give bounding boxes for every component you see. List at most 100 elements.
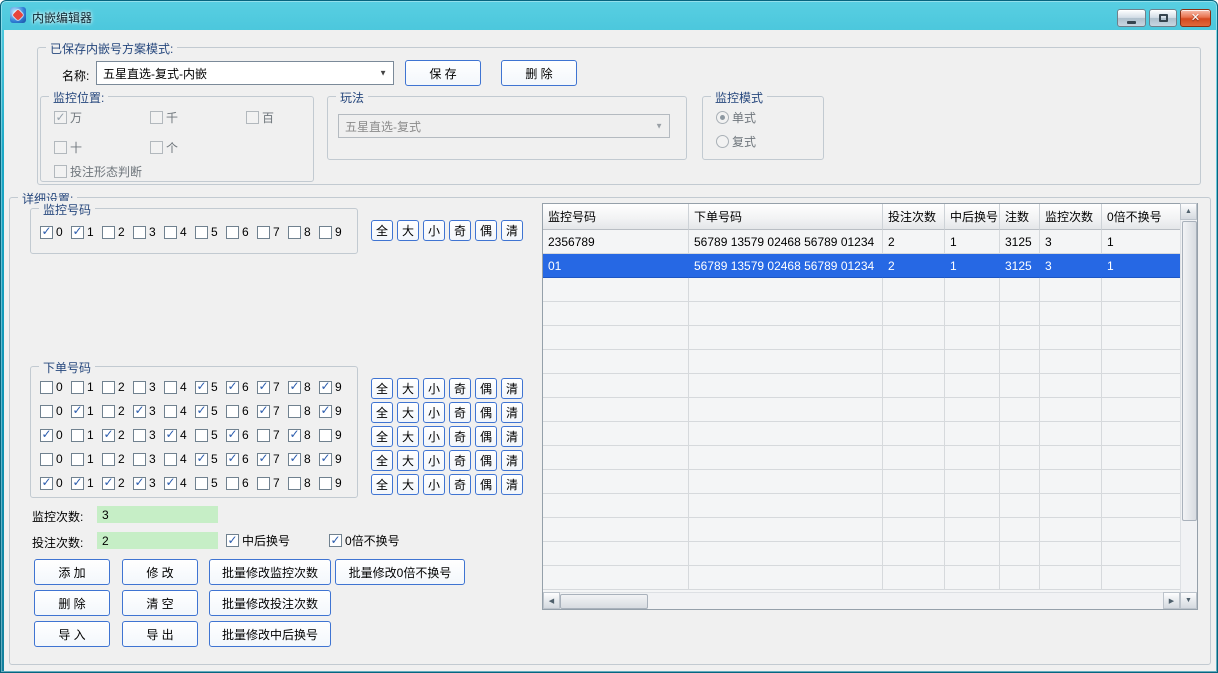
order-row-3-digit-4-checkbox[interactable] <box>164 429 177 442</box>
monitor-digit-5-checkbox[interactable] <box>195 226 208 239</box>
zero-no-change-option[interactable]: 0倍不换号 <box>329 532 400 549</box>
order-row-4-digit-2-checkbox[interactable] <box>102 453 115 466</box>
order-row-2-digit-3-checkbox[interactable] <box>133 405 146 418</box>
order-row-4-digit-4-checkbox[interactable] <box>164 453 177 466</box>
order-row-3-digit-7-checkbox[interactable] <box>257 429 270 442</box>
order-row-4-digit-7-checkbox[interactable] <box>257 453 270 466</box>
monitor-count-input[interactable]: 3 <box>97 506 218 523</box>
monitor-digit-6-checkbox[interactable] <box>226 226 239 239</box>
close-button[interactable]: ✕ <box>1180 9 1211 27</box>
order-row-3-digit-1-checkbox[interactable] <box>71 429 84 442</box>
order-row-1-filter-big-button[interactable]: 大 <box>397 378 419 399</box>
save-button[interactable]: 保 存 <box>405 60 481 86</box>
table-row[interactable] <box>543 374 1180 398</box>
order-row-3-digit-2-checkbox[interactable] <box>102 429 115 442</box>
order-row-2-digit-0-checkbox[interactable] <box>40 405 53 418</box>
table-header-col-0[interactable]: 监控号码 <box>543 204 689 230</box>
order-row-3-filter-odd-button[interactable]: 奇 <box>449 426 471 447</box>
order-row-4-digit-5-checkbox[interactable] <box>195 453 208 466</box>
order-row-5-digit-9-checkbox[interactable] <box>319 477 332 490</box>
order-row-2-filter-small-button[interactable]: 小 <box>423 402 445 423</box>
order-row-3-digit-0-checkbox[interactable] <box>40 429 53 442</box>
order-row-2-digit-6-checkbox[interactable] <box>226 405 239 418</box>
table-row[interactable] <box>543 470 1180 494</box>
order-row-3-digit-6-checkbox[interactable] <box>226 429 239 442</box>
order-row-1-digit-5-checkbox[interactable] <box>195 381 208 394</box>
order-row-4-filter-clear-button[interactable]: 清 <box>501 450 523 471</box>
monitor-filter-even-button[interactable]: 偶 <box>475 220 497 241</box>
bet-count-input[interactable]: 2 <box>97 532 218 549</box>
order-row-3-digit-9-checkbox[interactable] <box>319 429 332 442</box>
scroll-down-button[interactable]: ▼ <box>1180 592 1197 609</box>
order-row-4-filter-small-button[interactable]: 小 <box>423 450 445 471</box>
order-row-3-filter-all-button[interactable]: 全 <box>371 426 393 447</box>
order-row-1-digit-7-checkbox[interactable] <box>257 381 270 394</box>
table-row[interactable] <box>543 302 1180 326</box>
order-row-5-digit-4-checkbox[interactable] <box>164 477 177 490</box>
table-header-col-1[interactable]: 下单号码 <box>689 204 883 230</box>
monitor-filter-small-button[interactable]: 小 <box>423 220 445 241</box>
table-row[interactable] <box>543 566 1180 590</box>
table-header-col-2[interactable]: 投注次数 <box>883 204 945 230</box>
maximize-button[interactable] <box>1149 9 1177 27</box>
order-row-4-filter-all-button[interactable]: 全 <box>371 450 393 471</box>
table-row[interactable] <box>543 518 1180 542</box>
order-row-5-filter-clear-button[interactable]: 清 <box>501 474 523 495</box>
order-row-5-filter-all-button[interactable]: 全 <box>371 474 393 495</box>
order-row-2-filter-even-button[interactable]: 偶 <box>475 402 497 423</box>
monitor-digit-7-checkbox[interactable] <box>257 226 270 239</box>
table-row[interactable]: 0156789 13579 02468 56789 0123421312531 <box>543 254 1180 278</box>
import-button[interactable]: 导 入 <box>34 621 110 647</box>
order-row-2-digit-5-checkbox[interactable] <box>195 405 208 418</box>
order-row-2-filter-all-button[interactable]: 全 <box>371 402 393 423</box>
table-header-col-4[interactable]: 注数 <box>1000 204 1040 230</box>
clear-button[interactable]: 清 空 <box>122 590 198 616</box>
add-button[interactable]: 添 加 <box>34 559 110 585</box>
scroll-up-button[interactable]: ▲ <box>1180 203 1197 220</box>
order-row-1-filter-odd-button[interactable]: 奇 <box>449 378 471 399</box>
table-header-col-3[interactable]: 中后换号 <box>945 204 1000 230</box>
order-row-1-digit-6-checkbox[interactable] <box>226 381 239 394</box>
table-row[interactable] <box>543 542 1180 566</box>
order-row-5-digit-3-checkbox[interactable] <box>133 477 146 490</box>
zero-no-change-checkbox[interactable] <box>329 534 342 547</box>
monitor-filter-odd-button[interactable]: 奇 <box>449 220 471 241</box>
order-row-4-digit-0-checkbox[interactable] <box>40 453 53 466</box>
table-header-col-5[interactable]: 监控次数 <box>1040 204 1102 230</box>
order-row-2-digit-1-checkbox[interactable] <box>71 405 84 418</box>
delete-scheme-button[interactable]: 删 除 <box>501 60 577 86</box>
order-row-3-filter-even-button[interactable]: 偶 <box>475 426 497 447</box>
scheme-select[interactable]: 五星直选-复式-内嵌 ▼ <box>96 61 394 85</box>
order-row-1-digit-4-checkbox[interactable] <box>164 381 177 394</box>
monitor-digit-2-checkbox[interactable] <box>102 226 115 239</box>
order-row-4-digit-1-checkbox[interactable] <box>71 453 84 466</box>
order-row-1-digit-9-checkbox[interactable] <box>319 381 332 394</box>
order-row-5-digit-5-checkbox[interactable] <box>195 477 208 490</box>
order-row-1-filter-all-button[interactable]: 全 <box>371 378 393 399</box>
order-row-2-digit-4-checkbox[interactable] <box>164 405 177 418</box>
table-row[interactable] <box>543 422 1180 446</box>
monitor-filter-all-button[interactable]: 全 <box>371 220 393 241</box>
monitor-digit-9-checkbox[interactable] <box>319 226 332 239</box>
order-row-5-filter-small-button[interactable]: 小 <box>423 474 445 495</box>
monitor-digit-3-checkbox[interactable] <box>133 226 146 239</box>
order-row-2-filter-clear-button[interactable]: 清 <box>501 402 523 423</box>
table-row[interactable]: 235678956789 13579 02468 56789 012342131… <box>543 230 1180 254</box>
order-row-5-digit-7-checkbox[interactable] <box>257 477 270 490</box>
table-row[interactable] <box>543 326 1180 350</box>
order-row-5-digit-1-checkbox[interactable] <box>71 477 84 490</box>
change-after-win-option[interactable]: 中后换号 <box>226 532 290 549</box>
order-row-3-digit-8-checkbox[interactable] <box>288 429 301 442</box>
order-row-4-filter-odd-button[interactable]: 奇 <box>449 450 471 471</box>
order-row-4-digit-9-checkbox[interactable] <box>319 453 332 466</box>
horizontal-scrollbar[interactable]: ◀ ▶ <box>543 592 1180 609</box>
table-row[interactable] <box>543 494 1180 518</box>
order-row-5-filter-big-button[interactable]: 大 <box>397 474 419 495</box>
order-row-3-digit-5-checkbox[interactable] <box>195 429 208 442</box>
order-row-5-digit-0-checkbox[interactable] <box>40 477 53 490</box>
monitor-digit-4-checkbox[interactable] <box>164 226 177 239</box>
order-row-3-digit-3-checkbox[interactable] <box>133 429 146 442</box>
delete-row-button[interactable]: 删 除 <box>34 590 110 616</box>
batch-modify-zero-no-change-button[interactable]: 批量修改0倍不换号 <box>335 559 465 585</box>
order-row-1-digit-0-checkbox[interactable] <box>40 381 53 394</box>
